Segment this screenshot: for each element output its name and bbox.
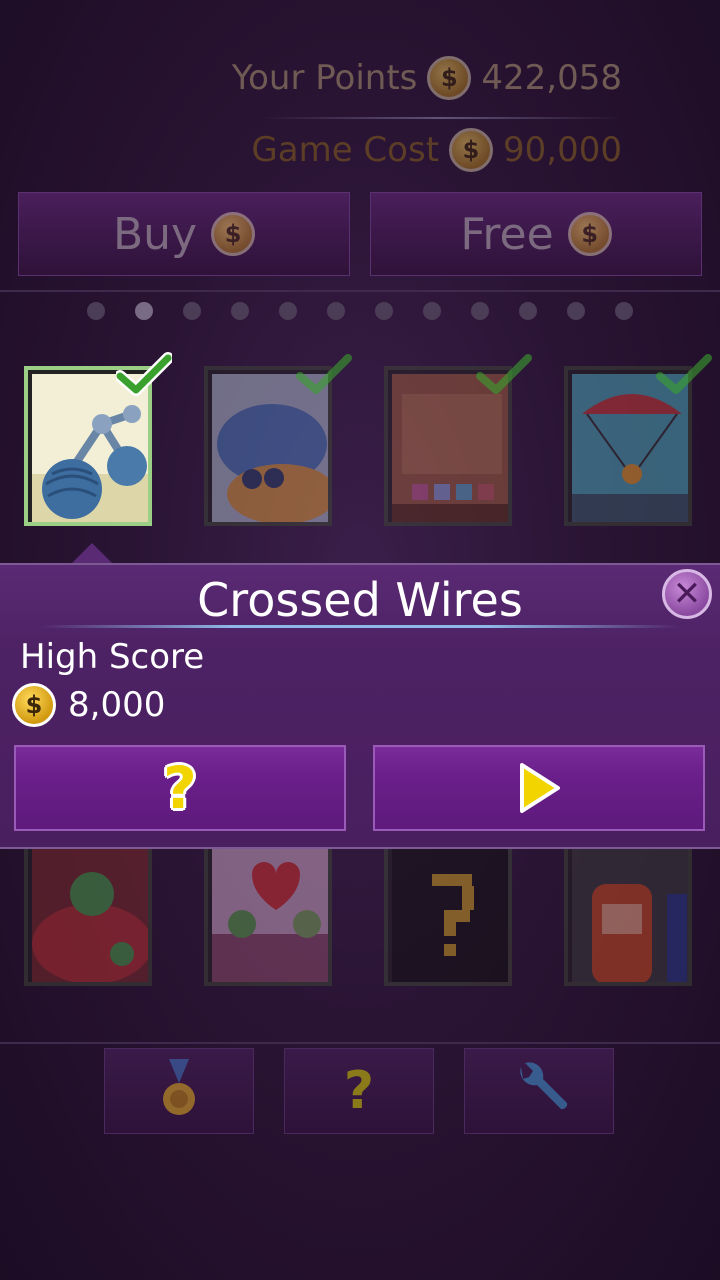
game-cost-label: Game Cost: [251, 130, 440, 170]
temple-puzzle-art: [392, 374, 508, 522]
coin-icon: $: [427, 56, 472, 100]
achievements-button[interactable]: [104, 1048, 254, 1134]
game-cost-row: Game Cost $ 90,000: [251, 128, 622, 172]
your-points-label: Your Points: [231, 58, 418, 98]
check-icon: [656, 354, 712, 394]
popup-pointer: [72, 543, 112, 563]
help-nav-button[interactable]: ?: [284, 1048, 434, 1134]
medal-icon: [163, 1059, 195, 1115]
page-dot[interactable]: [567, 302, 585, 320]
high-score-row: $ 8,000: [12, 683, 165, 727]
header-divider: [260, 117, 622, 119]
close-icon: ✕: [672, 574, 702, 614]
check-icon: [116, 352, 172, 396]
coin-icon: $: [449, 128, 494, 172]
play-icon: [520, 763, 560, 813]
game-detail-popup: Crossed Wires ✕ High Score $ 8,000 ?: [0, 563, 720, 849]
band-line: [0, 290, 720, 292]
page-indicator: [0, 302, 720, 320]
high-score-value: 8,000: [68, 685, 166, 725]
check-icon: [476, 354, 532, 394]
page-dot[interactable]: [279, 302, 297, 320]
game-thumb-8[interactable]: [564, 826, 692, 986]
page-dot[interactable]: [375, 302, 393, 320]
free-label: Free: [460, 208, 554, 260]
play-button[interactable]: [373, 745, 705, 831]
question-icon: ?: [163, 754, 197, 822]
question-icon: ?: [343, 1061, 375, 1121]
caterpillar-art: [32, 834, 148, 982]
free-button[interactable]: Free $: [370, 192, 702, 276]
high-score-label: High Score: [20, 637, 205, 677]
racing-car-art: [572, 834, 688, 982]
monster-art: [212, 374, 328, 522]
mystery-game-art: [392, 834, 508, 982]
yarn-balls-art: [32, 374, 148, 522]
coin-icon: $: [12, 683, 56, 727]
page-dot[interactable]: [471, 302, 489, 320]
game-thumb-6[interactable]: [204, 826, 332, 986]
page-dot[interactable]: [183, 302, 201, 320]
title-divider: [40, 625, 680, 628]
page-dot[interactable]: [87, 302, 105, 320]
wrench-icon: [520, 1062, 568, 1110]
page-dot[interactable]: [423, 302, 441, 320]
buy-button[interactable]: Buy $: [18, 192, 350, 276]
buy-label: Buy: [112, 208, 198, 260]
page-dot[interactable]: [231, 302, 249, 320]
page-dot[interactable]: [327, 302, 345, 320]
coin-icon: $: [567, 212, 612, 256]
coin-icon: $: [211, 212, 256, 256]
your-points-value: 422,058: [481, 58, 622, 98]
game-thumb-5[interactable]: [24, 826, 152, 986]
cartoon-couple-art: [212, 834, 328, 982]
page-dot[interactable]: [615, 302, 633, 320]
parachute-art: [572, 374, 688, 522]
game-thumb-7[interactable]: [384, 826, 512, 986]
page-dot[interactable]: [519, 302, 537, 320]
page-dot-active[interactable]: [135, 302, 153, 320]
popup-title: Crossed Wires: [197, 573, 523, 627]
settings-button[interactable]: [464, 1048, 614, 1134]
check-icon: [296, 354, 352, 394]
your-points-row: Your Points $ 422,058: [232, 56, 622, 100]
band-line: [0, 1042, 720, 1044]
help-button[interactable]: ?: [14, 745, 346, 831]
game-cost-value: 90,000: [503, 130, 622, 170]
close-button[interactable]: ✕: [662, 569, 712, 619]
